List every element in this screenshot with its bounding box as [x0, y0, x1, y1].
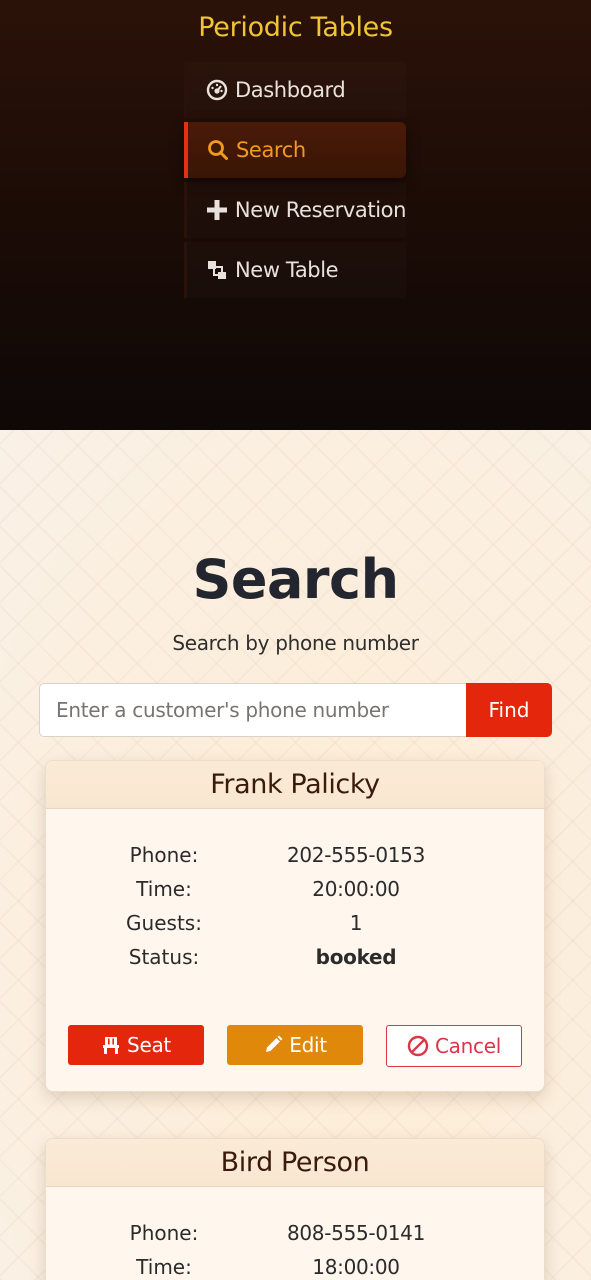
status-label: Status:	[128, 945, 200, 969]
edit-button[interactable]: Edit	[227, 1025, 363, 1065]
nav-item-new-reservation[interactable]: New Reservation	[184, 182, 406, 238]
find-button[interactable]: Find	[466, 683, 552, 737]
plus-icon	[205, 198, 229, 222]
pencil-icon	[263, 1035, 283, 1055]
reservation-name: Bird Person	[46, 1139, 544, 1187]
cancel-label: Cancel	[435, 1034, 501, 1058]
phone-label: Phone:	[129, 843, 199, 867]
detail-row-time: Time: 18:00:00	[46, 1249, 544, 1280]
search-form: Find	[39, 683, 552, 737]
nav-item-dashboard[interactable]: Dashboard	[184, 62, 406, 118]
reservation-actions: Seat Edit Cancel	[68, 1025, 524, 1067]
nav-item-label: Dashboard	[235, 78, 346, 102]
nav-item-search[interactable]: Search	[184, 122, 406, 178]
cancel-button[interactable]: Cancel	[386, 1025, 522, 1067]
time-label: Time:	[136, 1255, 192, 1279]
page-subtitle: Search by phone number	[172, 631, 419, 655]
detail-row-phone: Phone: 202-555-0153	[46, 837, 544, 871]
detail-row-time: Time: 20:00:00	[46, 871, 544, 905]
nav-item-label: New Reservation	[234, 198, 406, 222]
chair-icon	[101, 1035, 121, 1055]
nav-item-label: Search	[236, 138, 306, 162]
main-content: Search Search by phone number Find Frank…	[0, 430, 591, 1280]
edit-label: Edit	[289, 1033, 327, 1057]
guests-value: 1	[349, 911, 363, 935]
seat-button[interactable]: Seat	[68, 1025, 204, 1065]
brand-title[interactable]: Periodic Tables	[0, 12, 591, 43]
nav-menu: Dashboard Search New Reservation New Tab…	[184, 62, 406, 302]
detail-row-phone: Phone: 808-555-0141	[46, 1215, 544, 1249]
nav-item-new-table[interactable]: New Table	[184, 242, 406, 298]
guests-label: Guests:	[126, 911, 202, 935]
tables-icon	[205, 258, 229, 282]
phone-label: Phone:	[129, 1221, 199, 1245]
status-value: booked	[315, 945, 397, 969]
page-title: Search	[192, 548, 399, 611]
top-navigation: Periodic Tables Dashboard Search New Res…	[0, 0, 591, 430]
seat-label: Seat	[127, 1033, 171, 1057]
reservation-name: Frank Palicky	[46, 761, 544, 809]
reservation-details: Phone: 202-555-0153 Time: 20:00:00 Guest…	[46, 837, 544, 973]
time-value: 18:00:00	[312, 1255, 400, 1279]
reservation-card: Bird Person Phone: 808-555-0141 Time: 18…	[45, 1138, 545, 1280]
detail-row-status: Status: booked	[46, 939, 544, 973]
time-value: 20:00:00	[312, 877, 400, 901]
ban-icon	[407, 1035, 429, 1057]
detail-row-guests: Guests: 1	[46, 905, 544, 939]
nav-item-label: New Table	[235, 258, 339, 282]
search-icon	[206, 138, 230, 162]
dashboard-icon	[205, 78, 229, 102]
time-label: Time:	[136, 877, 192, 901]
reservation-details: Phone: 808-555-0141 Time: 18:00:00	[46, 1215, 544, 1280]
phone-search-input[interactable]	[39, 683, 466, 737]
reservation-card: Frank Palicky Phone: 202-555-0153 Time: …	[45, 760, 545, 1092]
phone-value: 202-555-0153	[286, 843, 426, 867]
phone-value: 808-555-0141	[286, 1221, 426, 1245]
